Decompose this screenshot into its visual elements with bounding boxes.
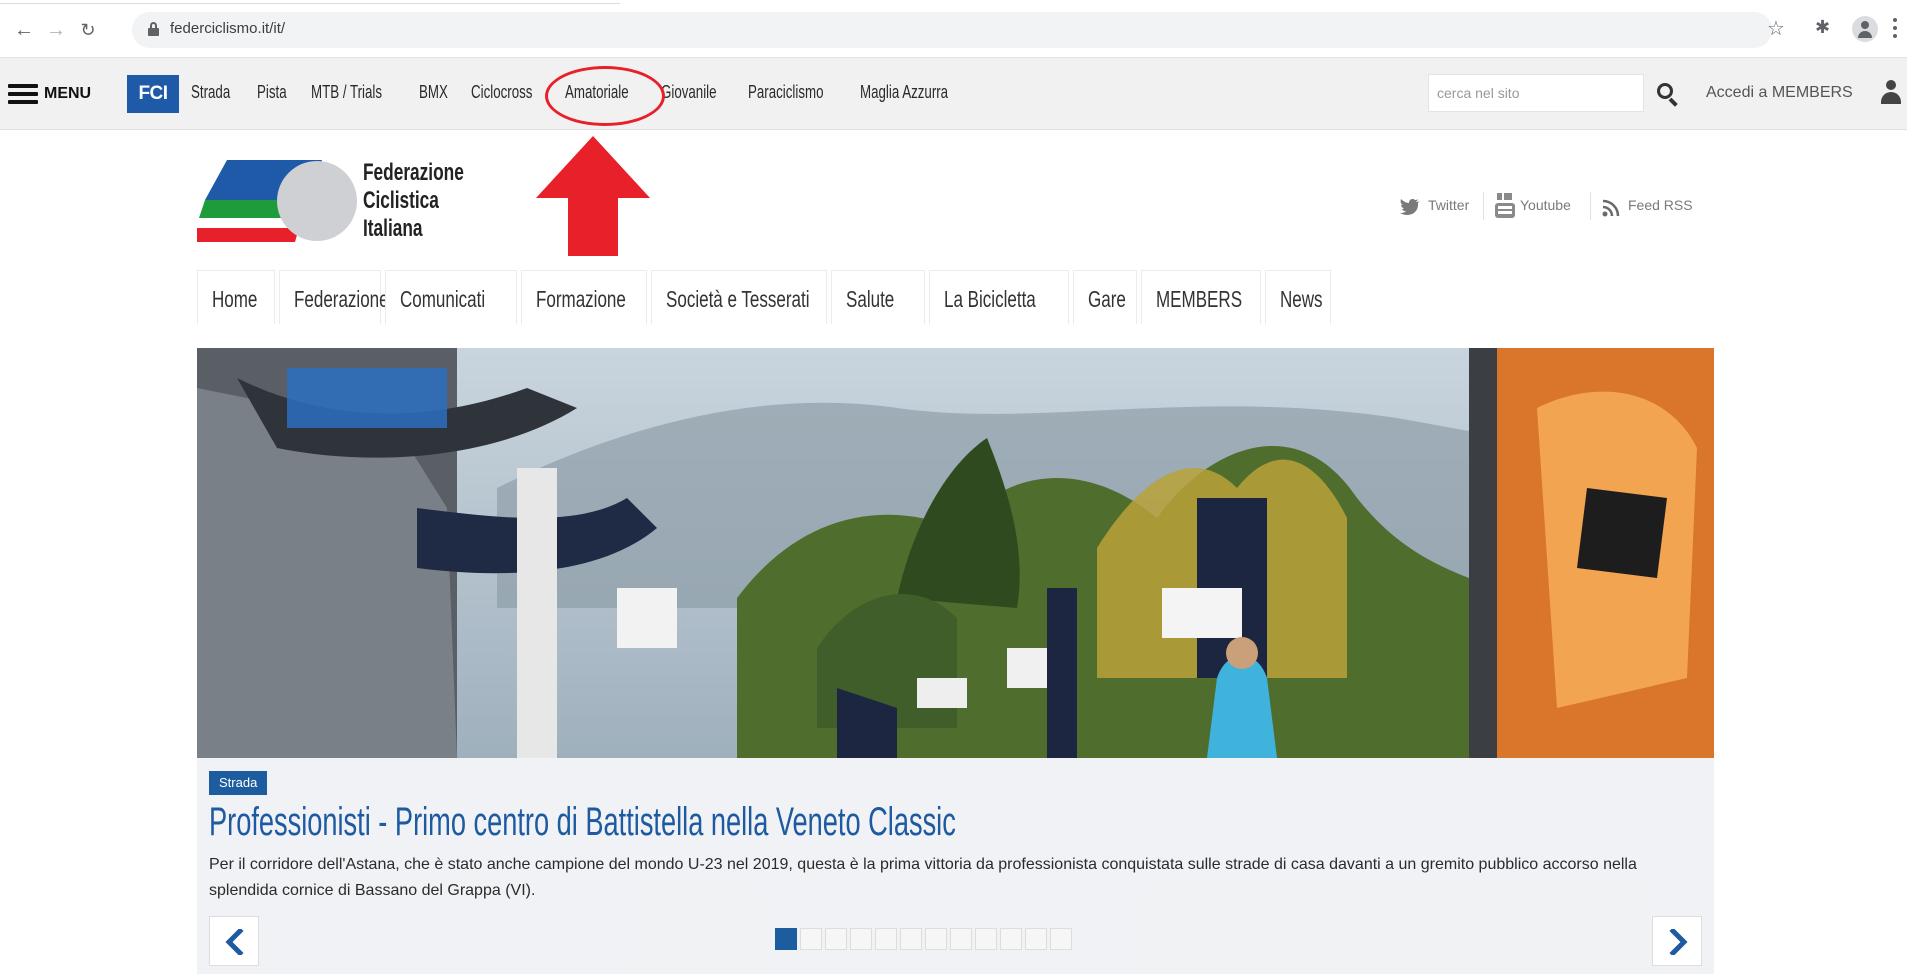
mainnav-news[interactable]: News bbox=[1265, 270, 1331, 324]
hamburger-icon bbox=[8, 84, 38, 104]
slide-dot[interactable] bbox=[825, 928, 847, 950]
hero-slider[interactable]: Strada Professionisti - Primo centro di … bbox=[197, 348, 1714, 974]
bookmark-star-icon[interactable]: ☆ bbox=[1767, 16, 1785, 41]
reload-icon[interactable]: ↻ bbox=[76, 18, 100, 42]
federation-name-line: Federazione bbox=[363, 159, 464, 186]
mainnav-label: Società e Tesserati bbox=[666, 286, 810, 312]
twitter-link[interactable]: Twitter bbox=[1428, 197, 1469, 213]
mainnav-label: Comunicati bbox=[400, 286, 486, 312]
previous-slide-button[interactable] bbox=[209, 916, 259, 966]
topnav-mtb-trials[interactable]: MTB / Trials bbox=[311, 82, 382, 103]
mainnav-gare[interactable]: Gare bbox=[1073, 270, 1137, 324]
slide-dot[interactable] bbox=[800, 928, 822, 950]
youtube-icon[interactable] bbox=[1494, 193, 1516, 219]
mainnav-home[interactable]: Home bbox=[197, 270, 275, 324]
slide-dot[interactable] bbox=[900, 928, 922, 950]
extensions-puzzle-icon[interactable]: ✱ bbox=[1815, 17, 1830, 38]
mainnav-salute[interactable]: Salute bbox=[831, 270, 925, 324]
divider bbox=[1483, 192, 1484, 220]
chevron-left-icon bbox=[225, 929, 244, 955]
hero-photo[interactable] bbox=[197, 348, 1714, 758]
slide-dot[interactable] bbox=[975, 928, 997, 950]
site-top-bar: MENU FCI Strada Pista MTB / Trials BMX C… bbox=[0, 58, 1907, 130]
federation-name[interactable]: Federazione Ciclistica Italiana bbox=[363, 159, 563, 243]
mainnav-label: La Bicicletta bbox=[944, 286, 1036, 312]
mainnav-federazione[interactable]: Federazione bbox=[279, 270, 389, 324]
mainnav-members[interactable]: MEMBERS bbox=[1141, 270, 1261, 324]
topnav-giovanile[interactable]: Giovanile bbox=[661, 82, 717, 103]
slide-summary: Per il corridore dell'Astana, che è stat… bbox=[209, 856, 1637, 899]
rss-feed-icon[interactable] bbox=[1602, 199, 1620, 217]
profile-avatar-icon[interactable] bbox=[1852, 16, 1878, 42]
federazione-logo[interactable] bbox=[197, 160, 357, 242]
category-badge[interactable]: Strada bbox=[209, 771, 268, 795]
search-field[interactable] bbox=[1428, 74, 1644, 112]
slide-dot[interactable] bbox=[925, 928, 947, 950]
search-icon[interactable] bbox=[1657, 83, 1679, 107]
topnav-paraciclismo[interactable]: Paraciclismo bbox=[748, 82, 824, 103]
mainnav-label: Salute bbox=[846, 286, 895, 312]
slide-dot[interactable] bbox=[1050, 928, 1072, 950]
slide-headline[interactable]: Professionisti - Primo centro di Battist… bbox=[209, 800, 956, 845]
menu-button[interactable]: MENU bbox=[8, 80, 108, 110]
menu-label: MENU bbox=[44, 85, 92, 102]
slide-dot[interactable] bbox=[875, 928, 897, 950]
user-icon[interactable] bbox=[1880, 80, 1902, 106]
mainnav-comunicati[interactable]: Comunicati bbox=[385, 270, 517, 324]
slide-dot[interactable] bbox=[950, 928, 972, 950]
fci-logo[interactable]: FCI bbox=[127, 75, 179, 113]
mainnav-label: MEMBERS bbox=[1156, 286, 1243, 312]
twitter-icon[interactable] bbox=[1400, 199, 1420, 215]
slide-dot[interactable] bbox=[850, 928, 872, 950]
mainnav-label: Gare bbox=[1088, 286, 1126, 312]
mainnav-label: Formazione bbox=[536, 286, 626, 312]
rss-link[interactable]: Feed RSS bbox=[1628, 197, 1693, 213]
annotation-circle bbox=[545, 66, 665, 126]
topnav-maglia-azzurra[interactable]: Maglia Azzurra bbox=[860, 82, 948, 103]
federation-name-line: Ciclistica bbox=[363, 187, 439, 214]
chevron-right-icon bbox=[1669, 929, 1688, 955]
members-login-link[interactable]: Accedi a MEMBERS bbox=[1706, 84, 1853, 102]
mainnav-label: News bbox=[1280, 286, 1323, 312]
address-bar[interactable] bbox=[132, 12, 1772, 48]
topnav-strada[interactable]: Strada bbox=[191, 82, 230, 103]
forward-icon[interactable]: → bbox=[44, 18, 68, 42]
mainnav-la-bicicletta[interactable]: La Bicicletta bbox=[929, 270, 1069, 324]
slide-dot[interactable] bbox=[1025, 928, 1047, 950]
browser-toolbar: ← → ↻ federciclismo.it/it/ ☆ ✱ bbox=[0, 0, 1907, 58]
next-slide-button[interactable] bbox=[1652, 916, 1702, 966]
topnav-bmx[interactable]: BMX bbox=[419, 82, 448, 103]
youtube-link[interactable]: Youtube bbox=[1520, 197, 1571, 213]
mainnav-formazione[interactable]: Formazione bbox=[521, 270, 647, 324]
slide-dot[interactable] bbox=[1000, 928, 1022, 950]
slide-dot-active[interactable] bbox=[775, 928, 797, 950]
mainnav-societa-tesserati[interactable]: Società e Tesserati bbox=[651, 270, 827, 324]
search-input[interactable] bbox=[1429, 75, 1643, 111]
topnav-ciclocross[interactable]: Ciclocross bbox=[471, 82, 532, 103]
mainnav-label: Federazione bbox=[294, 286, 389, 312]
mainnav-label: Home bbox=[212, 286, 258, 312]
divider bbox=[1590, 192, 1591, 220]
browser-menu-icon[interactable] bbox=[1893, 18, 1897, 40]
back-icon[interactable]: ← bbox=[12, 18, 36, 42]
federation-name-line: Italiana bbox=[363, 215, 423, 242]
tab-strip bbox=[0, 0, 620, 4]
url-text[interactable]: federciclismo.it/it/ bbox=[170, 20, 285, 37]
lock-icon[interactable] bbox=[148, 22, 159, 36]
slide-caption: Strada Professionisti - Primo centro di … bbox=[197, 758, 1714, 974]
topnav-pista[interactable]: Pista bbox=[257, 82, 287, 103]
